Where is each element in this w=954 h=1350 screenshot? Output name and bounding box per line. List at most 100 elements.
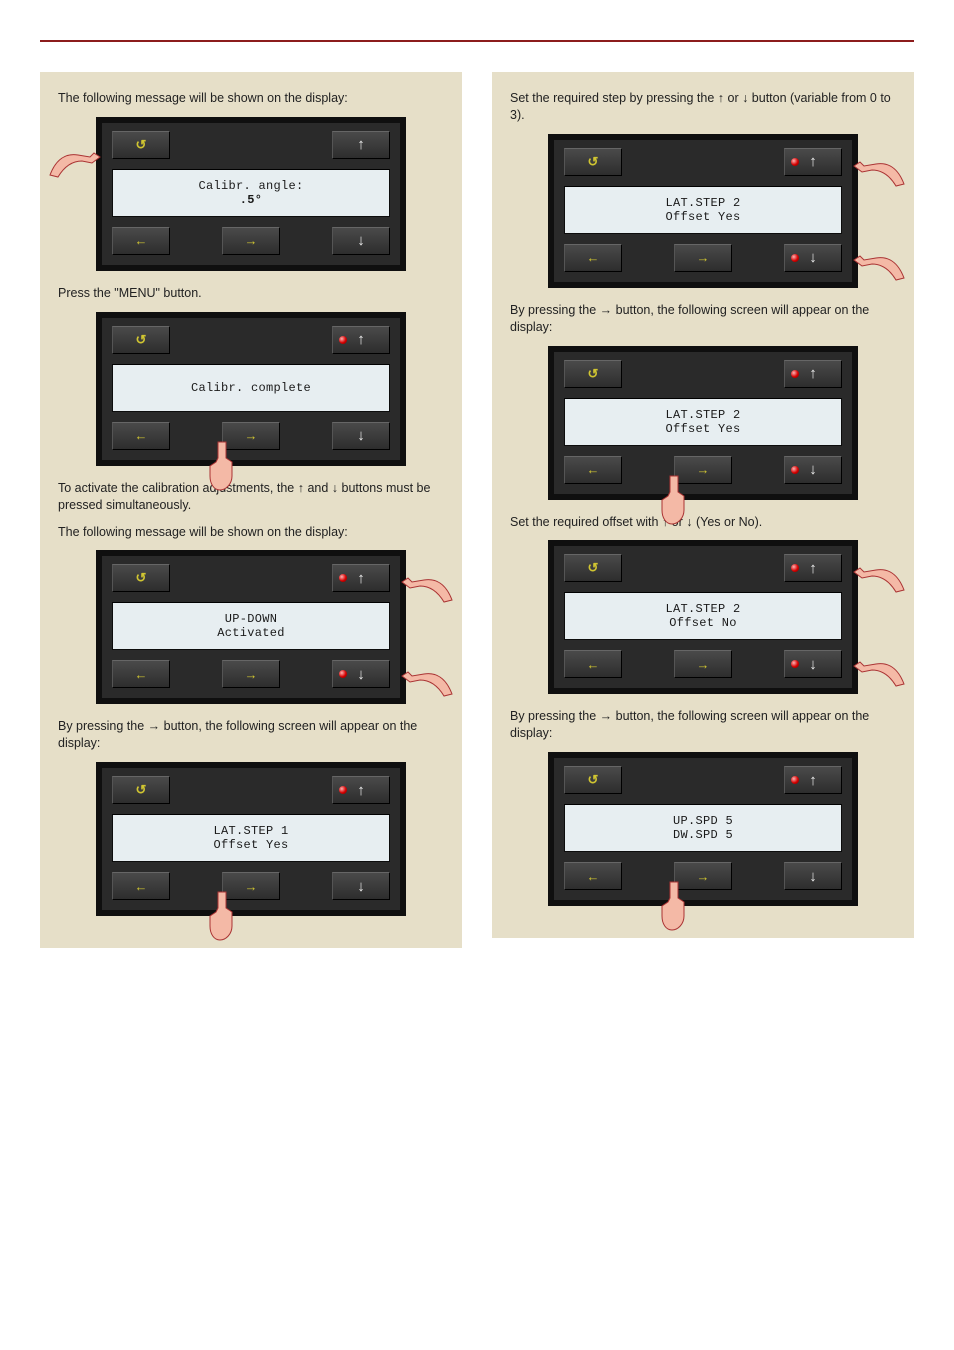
lcd-line-2: Offset Yes (665, 422, 740, 436)
lcd-line-1: Calibr. angle: (198, 179, 303, 193)
arrow-left-icon: ← (135, 428, 148, 443)
arrow-down-icon: ↓ (357, 878, 365, 895)
up-button[interactable]: ↑ (332, 326, 390, 354)
right-button[interactable]: → (674, 244, 732, 272)
panel-frame: ↺ ↑ Calibr. angle: .5° ← → ↓ (96, 117, 406, 271)
right-caption-1: By pressing the → button, the following … (510, 302, 896, 336)
text: By pressing the (510, 709, 600, 723)
left-button[interactable]: ← (564, 650, 622, 678)
text: By pressing the (58, 719, 148, 733)
lcd-line-1: LAT.STEP 2 (665, 196, 740, 210)
lcd-display: Calibr. complete (112, 364, 390, 412)
hand-pointer-icon (850, 248, 906, 284)
up-button[interactable]: ↑ (784, 554, 842, 582)
menu-icon: ↺ (136, 332, 147, 348)
lcd-line-2: Activated (217, 626, 285, 640)
text: or (724, 91, 742, 105)
right-caption-0: Set the required step by pressing the ↑ … (510, 90, 896, 124)
arrow-down-icon: ↓ (357, 232, 365, 249)
menu-button[interactable]: ↺ (112, 776, 170, 804)
down-button[interactable]: ↓ (332, 872, 390, 900)
menu-button[interactable]: ↺ (112, 131, 170, 159)
right-button[interactable]: → (222, 227, 280, 255)
arrow-left-icon: ← (587, 250, 600, 265)
left-caption-4: By pressing the → button, the following … (58, 718, 444, 752)
menu-button[interactable]: ↺ (112, 326, 170, 354)
arrow-right-icon: → (245, 233, 258, 248)
panel-inner: ↺ ↑ LAT.STEP 2 Offset Yes ← → ↓ (554, 140, 852, 282)
down-button[interactable]: ↓ (784, 650, 842, 678)
up-button[interactable]: ↑ (784, 360, 842, 388)
panel-inner: ↺ ↑ Calibr. complete ← → ↓ (102, 318, 400, 460)
right-button[interactable]: → (674, 650, 732, 678)
up-button[interactable]: ↑ (784, 148, 842, 176)
panel-inner: ↺ ↑ UP.SPD 5 DW.SPD 5 ← → ↓ (554, 758, 852, 900)
lcd-line-1: Calibr. complete (191, 381, 311, 395)
panel-frame: ↺ ↑ LAT.STEP 2 Offset Yes ← → ↓ (548, 134, 858, 288)
led-icon (339, 670, 347, 678)
panel-inner: ↺ ↑ LAT.STEP 1 Offset Yes ← → ↓ (102, 768, 400, 910)
left-step-1: ↺ ↑ Calibr. angle: .5° ← → ↓ (52, 117, 450, 271)
menu-button[interactable]: ↺ (564, 148, 622, 176)
arrow-up-icon: ↑ (357, 136, 365, 153)
up-button[interactable]: ↑ (332, 131, 390, 159)
panel-inner: ↺ ↑ LAT.STEP 2 Offset No ← → ↓ (554, 546, 852, 688)
arrow-right-icon: → (697, 869, 710, 884)
arrow-right-icon: → (245, 879, 258, 894)
lcd-line-1: LAT.STEP 2 (665, 602, 740, 616)
arrow-left-icon: ← (135, 667, 148, 682)
down-button[interactable]: ↓ (784, 862, 842, 890)
lcd-line-1: UP.SPD 5 (673, 814, 733, 828)
lcd-line-2: Offset No (669, 616, 737, 630)
text: Set the required offset with (510, 515, 662, 529)
lcd-line-1: LAT.STEP 1 (213, 824, 288, 838)
arrow-up-icon: ↑ (357, 782, 365, 799)
led-icon (791, 370, 799, 378)
hand-pointer-icon (654, 474, 694, 526)
hand-pointer-icon (850, 154, 906, 190)
down-button[interactable]: ↓ (332, 227, 390, 255)
menu-button[interactable]: ↺ (564, 554, 622, 582)
right-button[interactable]: → (222, 660, 280, 688)
down-button[interactable]: ↓ (784, 244, 842, 272)
left-caption-3: The following message will be shown on t… (58, 524, 444, 541)
left-step-3: ↺ ↑ UP-DOWN Activated ← → ↓ (52, 550, 450, 704)
menu-button[interactable]: ↺ (564, 360, 622, 388)
left-button[interactable]: ← (112, 422, 170, 450)
left-button[interactable]: ← (112, 660, 170, 688)
arrow-up-icon: ↑ (809, 365, 817, 382)
lcd-line-2: .5° (240, 193, 263, 207)
down-button[interactable]: ↓ (332, 422, 390, 450)
left-button[interactable]: ← (112, 872, 170, 900)
left-button[interactable]: ← (564, 244, 622, 272)
arrow-right-icon: → (697, 250, 710, 265)
lcd-line-1: UP-DOWN (225, 612, 278, 626)
led-icon (791, 564, 799, 572)
led-icon (339, 336, 347, 344)
menu-icon: ↺ (136, 570, 147, 586)
left-button[interactable]: ← (564, 862, 622, 890)
left-button[interactable]: ← (112, 227, 170, 255)
menu-button[interactable]: ↺ (112, 564, 170, 592)
left-caption-1: Press the "MENU" button. (58, 285, 444, 302)
down-button[interactable]: ↓ (784, 456, 842, 484)
menu-button[interactable]: ↺ (564, 766, 622, 794)
hand-pointer-icon (654, 880, 694, 932)
menu-icon: ↺ (136, 137, 147, 153)
page-columns: The following message will be shown on t… (40, 72, 914, 960)
hand-pointer-icon (202, 890, 242, 942)
hand-pointer-icon (850, 560, 906, 596)
arrow-up-icon: ↑ (357, 570, 365, 587)
left-step-4: ↺ ↑ LAT.STEP 1 Offset Yes ← → ↓ (52, 762, 450, 916)
up-button[interactable]: ↑ (332, 776, 390, 804)
panel-frame: ↺ ↑ LAT.STEP 1 Offset Yes ← → ↓ (96, 762, 406, 916)
arrow-down-icon: ↓ (357, 666, 365, 683)
up-button[interactable]: ↑ (332, 564, 390, 592)
left-button[interactable]: ← (564, 456, 622, 484)
up-button[interactable]: ↑ (784, 766, 842, 794)
down-button[interactable]: ↓ (332, 660, 390, 688)
arrow-left-icon: ← (587, 657, 600, 672)
led-icon (791, 254, 799, 262)
header-rule (40, 40, 914, 42)
led-icon (339, 574, 347, 582)
